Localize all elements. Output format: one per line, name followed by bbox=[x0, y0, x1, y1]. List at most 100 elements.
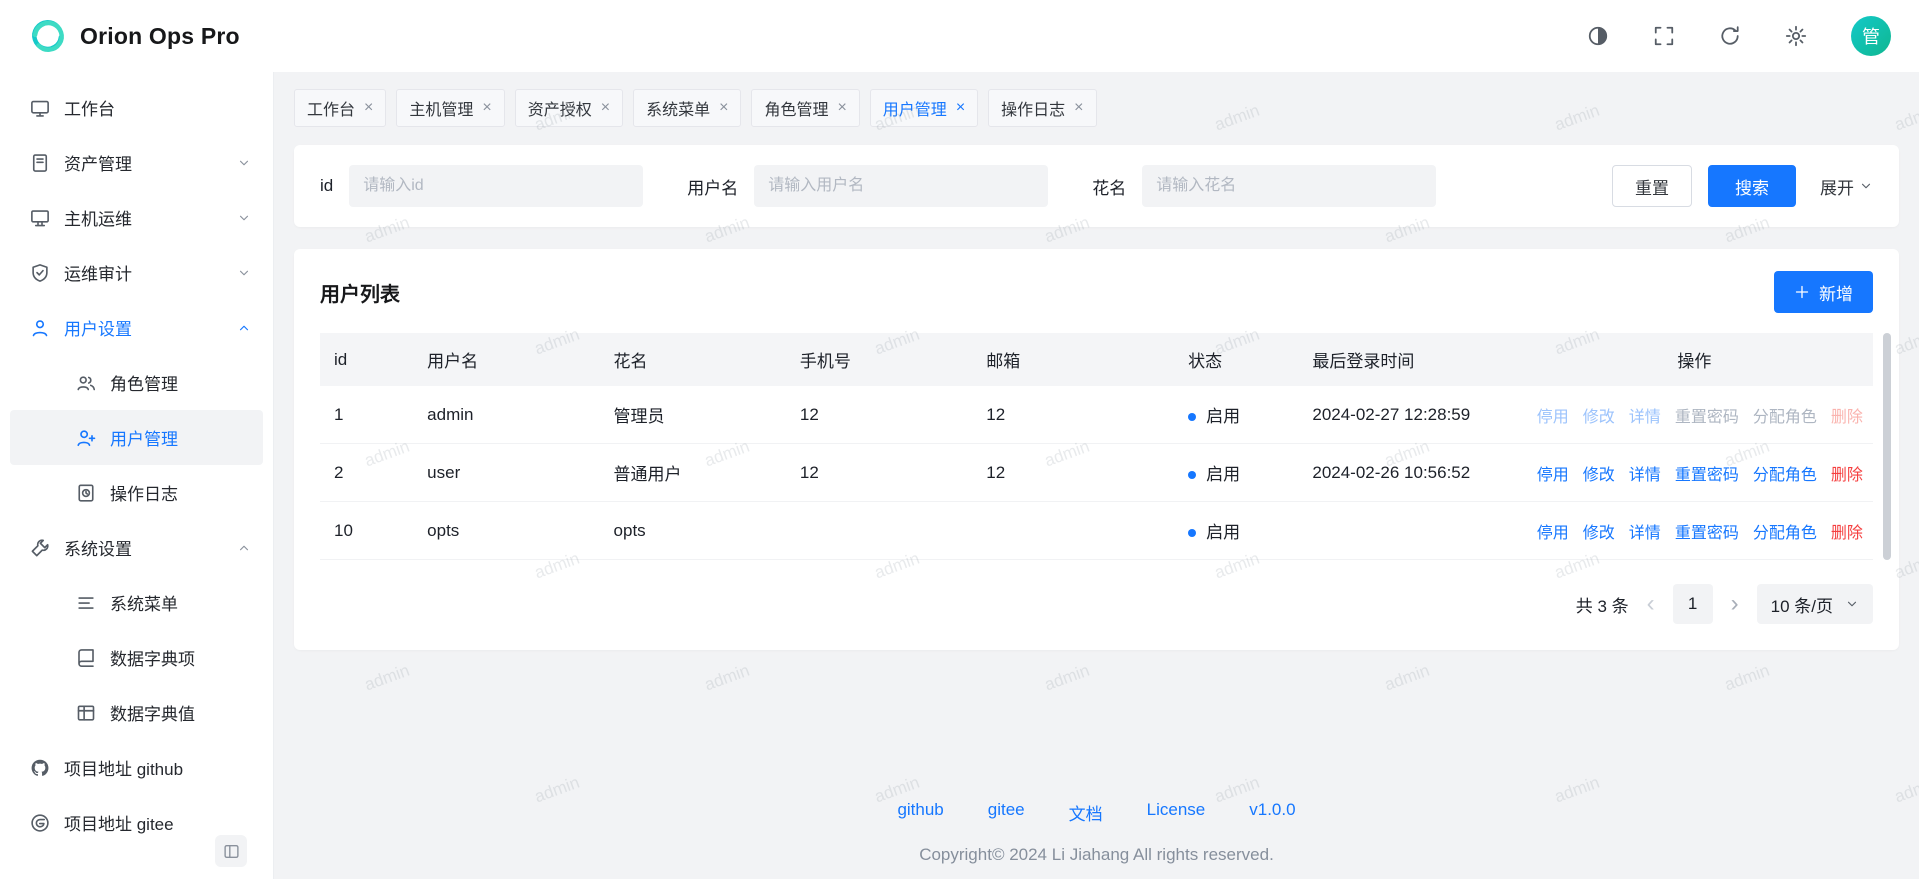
app-logo[interactable]: Orion Ops Pro bbox=[28, 16, 240, 56]
reset-password-action[interactable]: 重置密码 bbox=[1675, 525, 1739, 542]
column-header: 用户名 bbox=[413, 333, 599, 386]
username-cell: opts bbox=[413, 502, 599, 560]
tab-item-6[interactable]: 操作日志× bbox=[988, 89, 1096, 127]
footer-link-4[interactable]: v1.0.0 bbox=[1249, 800, 1295, 825]
column-header: 状态 bbox=[1174, 333, 1298, 386]
tab-close-icon[interactable]: × bbox=[956, 100, 965, 116]
email-cell: 12 bbox=[972, 444, 1174, 502]
disable-action[interactable]: 停用 bbox=[1537, 525, 1569, 542]
sidebar-item-system-settings[interactable]: 系统设置 bbox=[10, 520, 263, 575]
table-scrollbar[interactable] bbox=[1883, 333, 1891, 560]
tab-item-3[interactable]: 系统菜单× bbox=[633, 89, 741, 127]
shield-icon bbox=[30, 263, 50, 283]
sidebar-item-label: 主机运维 bbox=[64, 205, 132, 230]
edit-action[interactable]: 修改 bbox=[1583, 525, 1615, 542]
tab-close-icon[interactable]: × bbox=[837, 100, 846, 116]
filter-field-nickname: 花名 bbox=[1092, 165, 1436, 207]
footer-link-3[interactable]: License bbox=[1147, 800, 1206, 825]
tab-label: 资产授权 bbox=[528, 96, 592, 120]
edit-action[interactable]: 修改 bbox=[1583, 467, 1615, 484]
sidebar-item-label: 用户设置 bbox=[64, 315, 132, 340]
tab-item-2[interactable]: 资产授权 × bbox=[515, 89, 623, 127]
delete-action[interactable]: 删除 bbox=[1831, 467, 1863, 484]
assign-role-action[interactable]: 分配角色 bbox=[1753, 525, 1817, 542]
tab-item-4[interactable]: 角色管理× bbox=[751, 89, 859, 127]
sidebar-item-op-logs[interactable]: 操作日志 bbox=[10, 465, 263, 520]
footer-link-0[interactable]: github bbox=[897, 800, 943, 825]
delete-action[interactable]: 删除 bbox=[1831, 525, 1863, 542]
sidebar-item-user-settings[interactable]: 用户设置 bbox=[10, 300, 263, 355]
filter-actions: 重置 搜索 展开 bbox=[1612, 165, 1873, 207]
sidebar-item-users[interactable]: 用户管理 bbox=[10, 410, 263, 465]
footer-link-2[interactable]: 文档 bbox=[1069, 800, 1103, 825]
header-actions: 管 bbox=[1587, 16, 1891, 56]
add-user-label: 新增 bbox=[1819, 280, 1853, 305]
tab-close-icon[interactable]: × bbox=[601, 100, 610, 116]
status-cell: 启用 bbox=[1174, 502, 1298, 560]
delete-action[interactable]: 删除 bbox=[1831, 409, 1863, 426]
tab-close-icon[interactable]: × bbox=[482, 100, 491, 116]
menu-list-icon bbox=[76, 593, 96, 613]
book-icon bbox=[30, 153, 50, 173]
assign-role-action[interactable]: 分配角色 bbox=[1753, 409, 1817, 426]
tab-close-icon[interactable]: × bbox=[719, 100, 728, 116]
filter-input-id[interactable] bbox=[349, 165, 643, 207]
next-page-button[interactable]: › bbox=[1729, 592, 1741, 616]
disable-action[interactable]: 停用 bbox=[1537, 409, 1569, 426]
tab-item-5[interactable]: 用户管理× bbox=[870, 89, 978, 127]
footer-link-1[interactable]: gitee bbox=[988, 800, 1025, 825]
email-cell bbox=[972, 502, 1174, 560]
reset-button[interactable]: 重置 bbox=[1612, 165, 1692, 207]
sidebar-item-label: 数据字典项 bbox=[110, 645, 195, 670]
search-button[interactable]: 搜索 bbox=[1708, 165, 1796, 207]
tab-close-icon[interactable]: × bbox=[1074, 100, 1083, 116]
filter-field-username: 用户名 bbox=[687, 165, 1048, 207]
detail-action[interactable]: 详情 bbox=[1629, 467, 1661, 484]
pagination: 共 3 条 ‹ 1 › 10 条/页 bbox=[320, 584, 1873, 624]
sidebar-item-dict-values[interactable]: 数据字典值 bbox=[10, 685, 263, 740]
fullscreen-icon[interactable] bbox=[1653, 25, 1675, 47]
page-size-select[interactable]: 10 条/页 bbox=[1757, 584, 1873, 624]
assign-role-action[interactable]: 分配角色 bbox=[1753, 467, 1817, 484]
tab-close-icon[interactable]: × bbox=[364, 100, 373, 116]
detail-action[interactable]: 详情 bbox=[1629, 525, 1661, 542]
edit-action[interactable]: 修改 bbox=[1583, 409, 1615, 426]
status-cell: 启用 bbox=[1174, 386, 1298, 444]
sidebar-item-label: 系统设置 bbox=[64, 535, 132, 560]
filter-field-id: id bbox=[320, 165, 643, 207]
detail-action[interactable]: 详情 bbox=[1629, 409, 1661, 426]
sidebar-item-assets[interactable]: 资产管理 bbox=[10, 135, 263, 190]
sidebar-item-hosts[interactable]: 主机运维 bbox=[10, 190, 263, 245]
sidebar-item-audit[interactable]: 运维审计 bbox=[10, 245, 263, 300]
reset-password-action[interactable]: 重置密码 bbox=[1675, 409, 1739, 426]
theme-icon[interactable] bbox=[1587, 25, 1609, 47]
refresh-icon[interactable] bbox=[1719, 25, 1741, 47]
sidebar-item-system-menu[interactable]: 系统菜单 bbox=[10, 575, 263, 630]
expand-toggle[interactable]: 展开 bbox=[1820, 174, 1873, 199]
chevron-up-icon bbox=[237, 541, 251, 555]
filter-input-nickname[interactable] bbox=[1142, 165, 1436, 207]
mobile-cell: 12 bbox=[786, 444, 972, 502]
avatar[interactable]: 管 bbox=[1851, 16, 1891, 56]
user-table: id用户名花名手机号邮箱状态最后登录时间操作 1admin管理员1212启用20… bbox=[320, 333, 1873, 560]
sidebar-item-roles[interactable]: 角色管理 bbox=[10, 355, 263, 410]
sidebar-item-dict-items[interactable]: 数据字典项 bbox=[10, 630, 263, 685]
reset-password-action[interactable]: 重置密码 bbox=[1675, 467, 1739, 484]
filter-fields: id 用户名 花名 bbox=[320, 165, 1480, 207]
tab-item-0[interactable]: 工作台× bbox=[294, 89, 386, 127]
settings-gear-icon[interactable] bbox=[1785, 25, 1807, 47]
prev-page-button[interactable]: ‹ bbox=[1645, 592, 1657, 616]
current-page-button[interactable]: 1 bbox=[1673, 584, 1713, 624]
filter-input-username[interactable] bbox=[754, 165, 1048, 207]
id-cell: 10 bbox=[320, 502, 413, 560]
add-user-button[interactable]: 新增 bbox=[1774, 271, 1873, 313]
sidebar-collapse-icon[interactable] bbox=[215, 835, 247, 867]
mobile-cell bbox=[786, 502, 972, 560]
file-clock-icon bbox=[76, 483, 96, 503]
tab-item-1[interactable]: 主机管理× bbox=[396, 89, 504, 127]
sidebar-item-github[interactable]: 项目地址 github bbox=[10, 740, 263, 795]
id-cell: 2 bbox=[320, 444, 413, 502]
sidebar-item-label: 运维审计 bbox=[64, 260, 132, 285]
sidebar-item-workbench[interactable]: 工作台 bbox=[10, 80, 263, 135]
disable-action[interactable]: 停用 bbox=[1537, 467, 1569, 484]
